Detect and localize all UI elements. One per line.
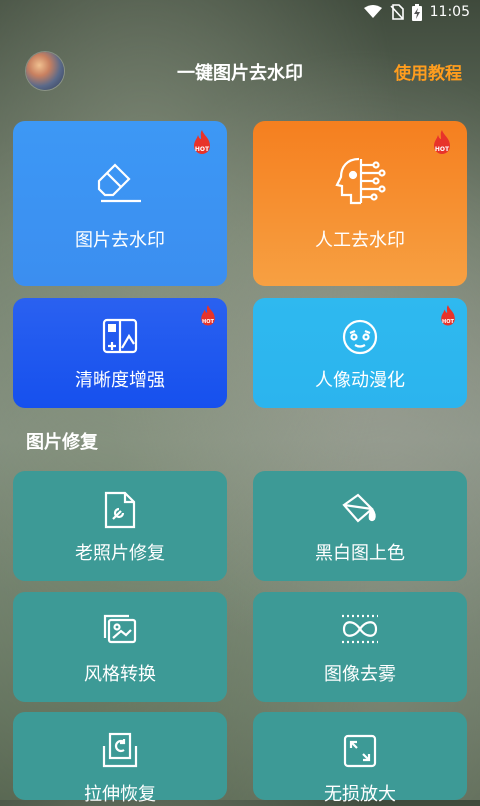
battery-charging-icon	[411, 3, 422, 21]
card-colorize[interactable]: 黑白图上色	[253, 471, 467, 581]
hot-badge-icon: HOT	[201, 305, 215, 326]
dehaze-icon	[342, 614, 378, 644]
card-label: 人像动漫化	[315, 370, 405, 391]
card-label: 无损放大	[324, 784, 396, 805]
style-transfer-icon	[103, 614, 137, 644]
svg-text:HOT: HOT	[195, 146, 210, 153]
card-manual-watermark[interactable]: HOT 人工去水印	[253, 121, 467, 286]
ai-head-icon	[335, 157, 386, 205]
wifi-icon	[363, 5, 382, 19]
no-sim-icon	[390, 4, 404, 20]
svg-text:HOT: HOT	[435, 146, 450, 153]
card-old-photo-repair[interactable]: 老照片修复	[13, 471, 227, 581]
card-label: 老照片修复	[75, 543, 165, 564]
expand-icon	[343, 734, 377, 768]
stretch-restore-icon	[102, 732, 138, 768]
svg-text:HOT: HOT	[202, 319, 215, 325]
card-portrait-anime[interactable]: HOT 人像动漫化	[253, 298, 467, 408]
status-bar: 11:05	[0, 0, 480, 24]
paint-bucket-icon	[342, 493, 376, 523]
anime-face-icon	[342, 319, 378, 355]
section-title-repair: 图片修复	[26, 432, 98, 453]
card-label: 风格转换	[84, 664, 156, 685]
card-label: 拉伸恢复	[84, 784, 156, 805]
app-header: 一键图片去水印 使用教程	[0, 46, 480, 92]
hot-badge-icon: HOT	[194, 130, 210, 154]
card-label: 图片去水印	[75, 230, 165, 251]
card-lossless-upscale[interactable]: 无损放大	[253, 712, 467, 805]
card-dehaze[interactable]: 图像去雾	[253, 592, 467, 702]
tutorial-link[interactable]: 使用教程	[394, 59, 462, 84]
svg-text:HOT: HOT	[442, 319, 455, 325]
enhance-icon	[102, 318, 138, 354]
card-label: 图像去雾	[324, 664, 396, 685]
card-label: 清晰度增强	[75, 370, 165, 391]
card-label: 人工去水印	[315, 230, 405, 251]
eraser-icon	[97, 163, 141, 203]
card-style-transfer[interactable]: 风格转换	[13, 592, 227, 702]
hot-badge-icon: HOT	[441, 305, 455, 326]
hot-badge-icon: HOT	[434, 130, 450, 154]
photo-repair-icon	[104, 491, 136, 529]
card-remove-watermark[interactable]: HOT 图片去水印	[13, 121, 227, 286]
clock-time: 11:05	[429, 4, 470, 20]
card-clarity-enhance[interactable]: HOT 清晰度增强	[13, 298, 227, 408]
card-label: 黑白图上色	[315, 543, 405, 564]
card-stretch-restore[interactable]: 拉伸恢复	[13, 712, 227, 805]
